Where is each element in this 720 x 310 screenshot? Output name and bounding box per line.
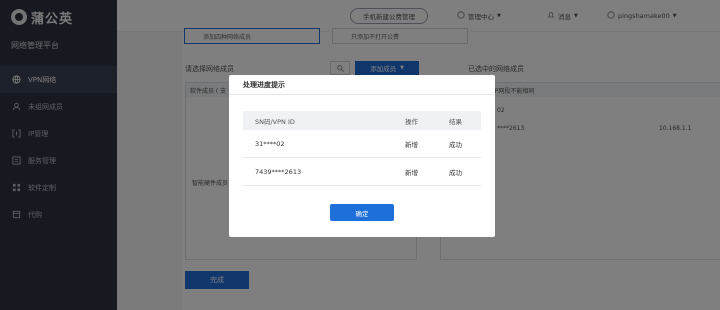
column-header-operation: 操作 [405,117,418,126]
row-sn: 7439****2613 [255,167,302,176]
progress-table: SN码/VPN ID 操作 结果 31****02 新增 成功 7439****… [243,111,481,186]
row-result: 成功 [449,168,462,177]
row-result: 成功 [449,140,462,149]
confirm-button[interactable]: 确定 [330,204,394,221]
column-header-sn: SN码/VPN ID [255,117,295,126]
table-header: SN码/VPN ID 操作 结果 [243,111,481,130]
row-operation: 新增 [405,140,418,149]
table-row: 7439****2613 新增 成功 [243,158,481,186]
dialog-title: 处理进度提示 [229,75,495,95]
row-operation: 新增 [405,168,418,177]
table-row: 31****02 新增 成功 [243,130,481,158]
column-header-result: 结果 [449,117,462,126]
row-sn: 31****02 [255,139,285,148]
progress-dialog: 处理进度提示 SN码/VPN ID 操作 结果 31****02 新增 成功 7… [229,75,495,237]
